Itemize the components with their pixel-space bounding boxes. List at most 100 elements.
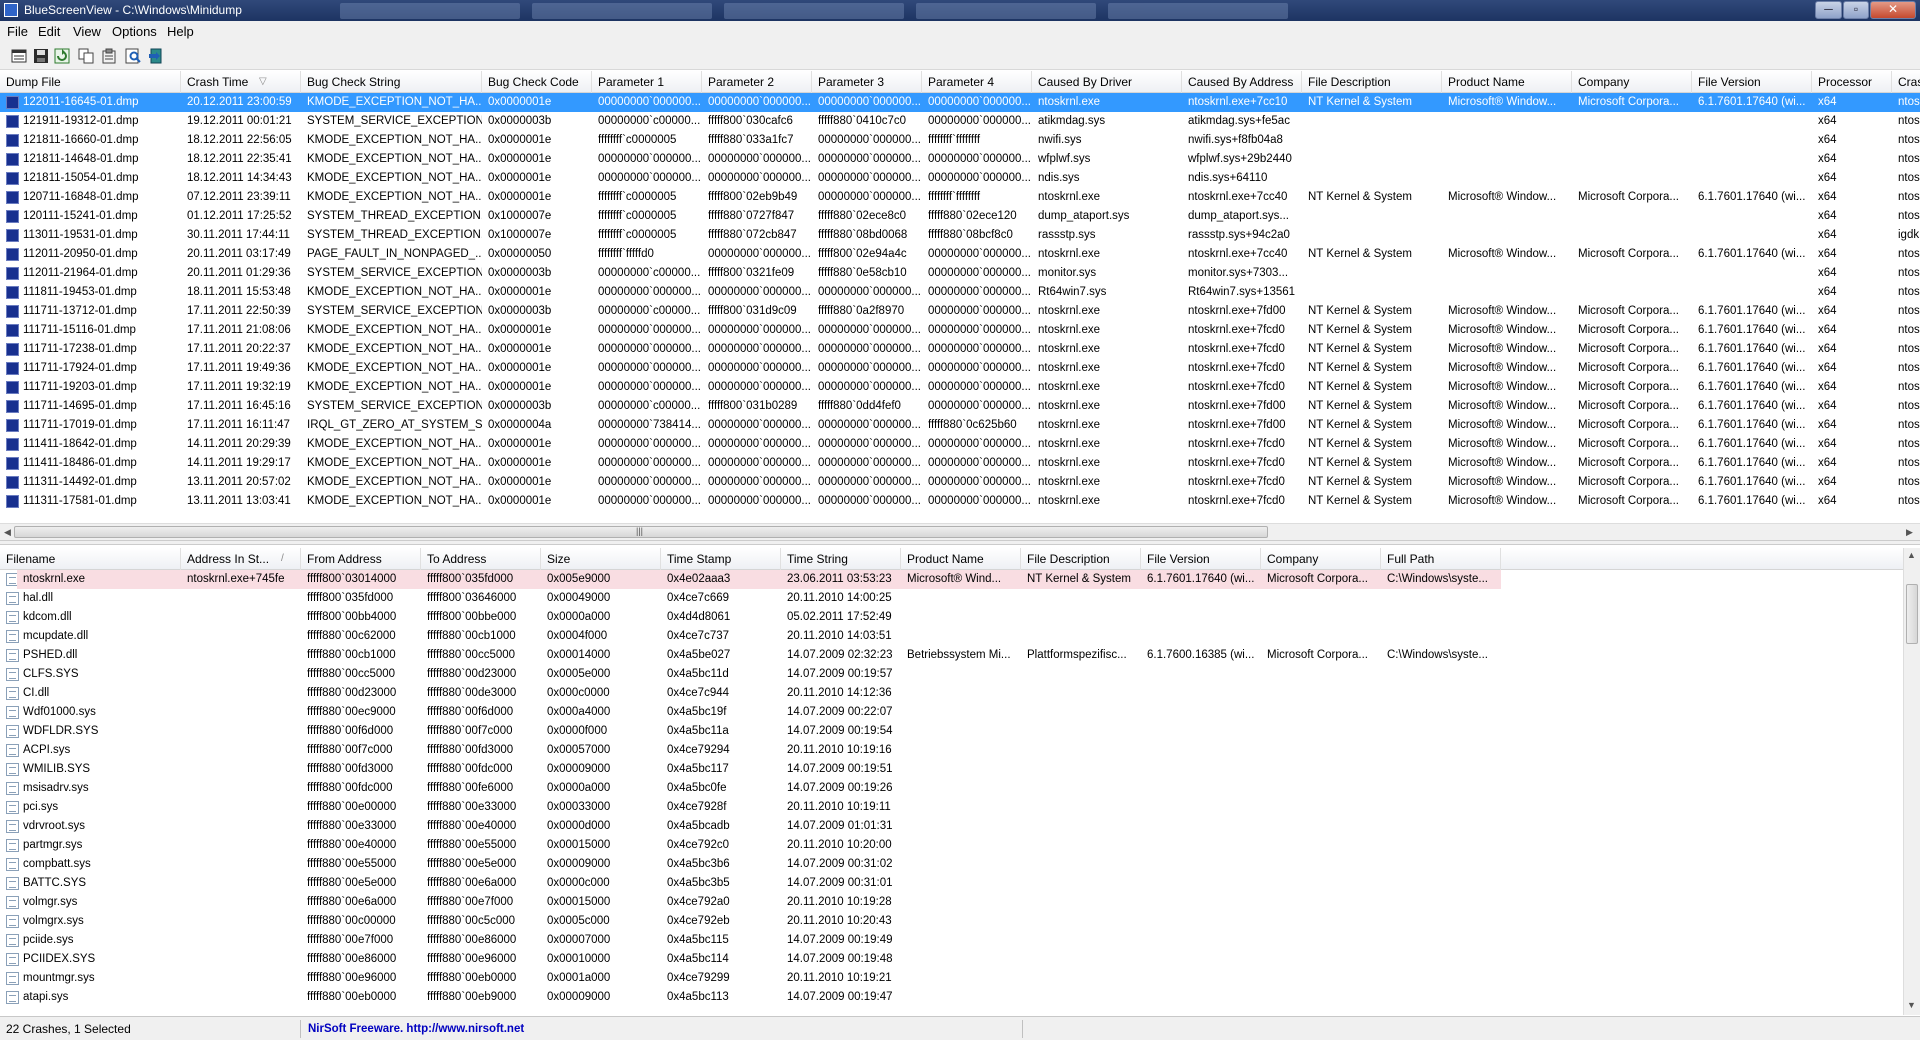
crash-list-hscrollbar[interactable]: ◀ ||| ▶ (0, 523, 1920, 540)
crash-row[interactable]: 111711-19203-01.dmp 17.11.2011 19:32:19 KM… (0, 378, 1920, 397)
crash-row[interactable]: 111711-17924-01.dmp 17.11.2011 19:49:36 KM… (0, 359, 1920, 378)
crash-row[interactable]: 121811-16660-01.dmp 18.12.2011 22:56:05 KM… (0, 131, 1920, 150)
col-product-name[interactable]: Product Name (1442, 71, 1572, 93)
crash-row[interactable]: 112011-20950-01.dmp 20.11.2011 03:17:49 PA… (0, 245, 1920, 264)
col-caused-by-address[interactable]: Caused By Address (1182, 71, 1302, 93)
module-row[interactable]: vdrvroot.sys fffff880`00e33000 fffff880`00… (0, 817, 1903, 836)
crash-row[interactable]: 111711-13712-01.dmp 17.11.2011 22:50:39 SY… (0, 302, 1920, 321)
find-icon[interactable] (125, 48, 141, 64)
scroll-right-icon[interactable]: ▶ (1906, 527, 1913, 538)
col-parameter-3[interactable]: Parameter 3 (812, 71, 922, 93)
col-crash-time[interactable]: Crash Time ▽ (181, 71, 301, 93)
save-icon[interactable] (33, 48, 49, 64)
col-file-version[interactable]: File Version (1692, 71, 1812, 93)
module-row[interactable]: hal.dll fffff800`035fd000 fffff800`0364600… (0, 589, 1903, 608)
module-row[interactable]: pci.sys fffff880`00e00000 fffff880`00e3300… (0, 798, 1903, 817)
crash-row[interactable]: 111711-17238-01.dmp 17.11.2011 20:22:37 KM… (0, 340, 1920, 359)
col-dump-file[interactable]: Dump File (0, 71, 181, 93)
module-row[interactable]: PSHED.dll fffff880`00cb1000 fffff880`00cc5… (0, 646, 1903, 665)
menu-file[interactable]: File (7, 24, 28, 39)
col-company[interactable]: Company (1572, 71, 1692, 93)
minimize-button[interactable]: ─ (1815, 1, 1842, 19)
crash-row[interactable]: 120711-16848-01.dmp 07.12.2011 23:39:11 KM… (0, 188, 1920, 207)
crash-row[interactable]: 111311-17581-01.dmp 13.11.2011 13:03:41 KM… (0, 492, 1920, 511)
module-row[interactable]: CI.dll fffff880`00d23000 fffff880`00de3000… (0, 684, 1903, 703)
col-time-string[interactable]: Time String (781, 548, 901, 570)
module-row[interactable]: CLFS.SYS fffff880`00cc5000 fffff880`00d230… (0, 665, 1903, 684)
module-list-vscrollbar[interactable]: ▲ ▼ (1903, 548, 1920, 1015)
scroll-up-icon[interactable]: ▲ (1907, 550, 1916, 560)
properties-icon[interactable] (101, 48, 117, 64)
col-to-address[interactable]: To Address (421, 548, 541, 570)
col-caused-by-driver[interactable]: Caused By Driver (1032, 71, 1182, 93)
module-row[interactable]: ntoskrnl.exe ntoskrnl.exe+745fe fffff800`0… (0, 570, 1903, 589)
cell-parameter-2: 00000000`000000... (708, 438, 811, 450)
pane-splitter[interactable] (0, 540, 1920, 545)
crash-row[interactable]: 111811-19453-01.dmp 18.11.2011 15:53:48 KM… (0, 283, 1920, 302)
module-row[interactable]: mcupdate.dll fffff880`00c62000 fffff880`00… (0, 627, 1903, 646)
exit-icon[interactable] (148, 48, 164, 64)
module-row[interactable]: BATTC.SYS fffff880`00e5e000 fffff880`00e6a… (0, 874, 1903, 893)
copy-icon[interactable] (78, 48, 94, 64)
module-row[interactable]: mountmgr.sys fffff880`00e96000 fffff880`00… (0, 969, 1903, 988)
col-file-description[interactable]: File Description (1302, 71, 1442, 93)
col-time-stamp[interactable]: Time Stamp (661, 548, 781, 570)
col-parameter-4[interactable]: Parameter 4 (922, 71, 1032, 93)
module-row[interactable]: partmgr.sys fffff880`00e40000 fffff880`00e… (0, 836, 1903, 855)
crash-row[interactable]: 113011-19531-01.dmp 30.11.2011 17:44:11 SY… (0, 226, 1920, 245)
crash-row[interactable]: 111711-14695-01.dmp 17.11.2011 16:45:16 SY… (0, 397, 1920, 416)
module-row[interactable]: WMILIB.SYS fffff880`00fd3000 fffff880`00fd… (0, 760, 1903, 779)
module-row[interactable]: pciide.sys fffff880`00e7f000 fffff880`00e8… (0, 931, 1903, 950)
module-row[interactable]: ACPI.sys fffff880`00f7c000 fffff880`00fd30… (0, 741, 1903, 760)
col-bug-check-string[interactable]: Bug Check String (301, 71, 482, 93)
col-crash-address[interactable]: Cras (1892, 71, 1920, 93)
crash-row[interactable]: 122011-16645-01.dmp 20.12.2011 23:00:59 KM… (0, 93, 1920, 112)
scroll-down-icon[interactable]: ▼ (1907, 1000, 1916, 1010)
col-full-path[interactable]: Full Path (1381, 548, 1501, 570)
crash-row[interactable]: 111411-18486-01.dmp 14.11.2011 19:29:17 KM… (0, 454, 1920, 473)
nirsoft-link[interactable]: NirSoft Freeware. http://www.nirsoft.net (308, 1021, 524, 1038)
crash-row[interactable]: 111411-18642-01.dmp 14.11.2011 20:29:39 KM… (0, 435, 1920, 454)
module-row[interactable]: Wdf01000.sys fffff880`00ec9000 fffff880`00… (0, 703, 1903, 722)
scroll-left-icon[interactable]: ◀ (4, 527, 11, 538)
crash-row[interactable]: 121811-15054-01.dmp 18.12.2011 14:34:43 KM… (0, 169, 1920, 188)
maximize-button[interactable]: ▫ (1843, 1, 1869, 19)
col-product-name-module[interactable]: Product Name (901, 548, 1021, 570)
menu-help[interactable]: Help (167, 24, 194, 39)
col-file-description-module[interactable]: File Description (1021, 548, 1141, 570)
module-list-vscroll-thumb[interactable] (1906, 584, 1918, 644)
cell-crash-address: igdk (1898, 229, 1920, 241)
col-parameter-1[interactable]: Parameter 1 (592, 71, 702, 93)
cell-parameter-3: 00000000`000000... (818, 495, 921, 507)
menu-view[interactable]: View (73, 24, 101, 39)
module-row[interactable]: compbatt.sys fffff880`00e55000 fffff880`00… (0, 855, 1903, 874)
save-html-report-icon[interactable] (11, 48, 27, 64)
menu-edit[interactable]: Edit (38, 24, 60, 39)
col-processor[interactable]: Processor (1812, 71, 1892, 93)
crash-row[interactable]: 111711-17019-01.dmp 17.11.2011 16:11:47 IR… (0, 416, 1920, 435)
col-size[interactable]: Size (541, 548, 661, 570)
module-row[interactable]: WDFLDR.SYS fffff880`00f6d000 fffff880`00f7… (0, 722, 1903, 741)
crash-row[interactable]: 111311-14492-01.dmp 13.11.2011 20:57:02 KM… (0, 473, 1920, 492)
crash-row[interactable]: 121911-19312-01.dmp 19.12.2011 00:01:21 SY… (0, 112, 1920, 131)
col-parameter-2[interactable]: Parameter 2 (702, 71, 812, 93)
module-row[interactable]: volmgrx.sys fffff880`00c00000 fffff880`00c… (0, 912, 1903, 931)
col-file-version-module[interactable]: File Version (1141, 548, 1261, 570)
close-button[interactable]: ✕ (1870, 1, 1916, 19)
col-company-module[interactable]: Company (1261, 548, 1381, 570)
crash-row[interactable]: 111711-15116-01.dmp 17.11.2011 21:08:06 KM… (0, 321, 1920, 340)
module-row[interactable]: volmgr.sys fffff880`00e6a000 fffff880`00e7… (0, 893, 1903, 912)
module-row[interactable]: PCIIDEX.SYS fffff880`00e86000 fffff880`00e… (0, 950, 1903, 969)
crash-row[interactable]: 120111-15241-01.dmp 01.12.2011 17:25:52 SY… (0, 207, 1920, 226)
crash-row[interactable]: 121811-14648-01.dmp 18.12.2011 22:35:41 KM… (0, 150, 1920, 169)
module-row[interactable]: msisadrv.sys fffff880`00fdc000 fffff880`00… (0, 779, 1903, 798)
module-row[interactable]: atapi.sys fffff880`00eb0000 fffff880`00eb9… (0, 988, 1903, 1007)
refresh-icon[interactable] (54, 48, 70, 64)
col-filename[interactable]: Filename (0, 548, 181, 570)
module-row[interactable]: kdcom.dll fffff800`00bb4000 fffff800`00bbe… (0, 608, 1903, 627)
col-bug-check-code[interactable]: Bug Check Code (482, 71, 592, 93)
col-address-in-stack[interactable]: Address In St... / (181, 548, 301, 570)
menu-options[interactable]: Options (112, 24, 157, 39)
crash-row[interactable]: 112011-21964-01.dmp 20.11.2011 01:29:36 SY… (0, 264, 1920, 283)
col-from-address[interactable]: From Address (301, 548, 421, 570)
